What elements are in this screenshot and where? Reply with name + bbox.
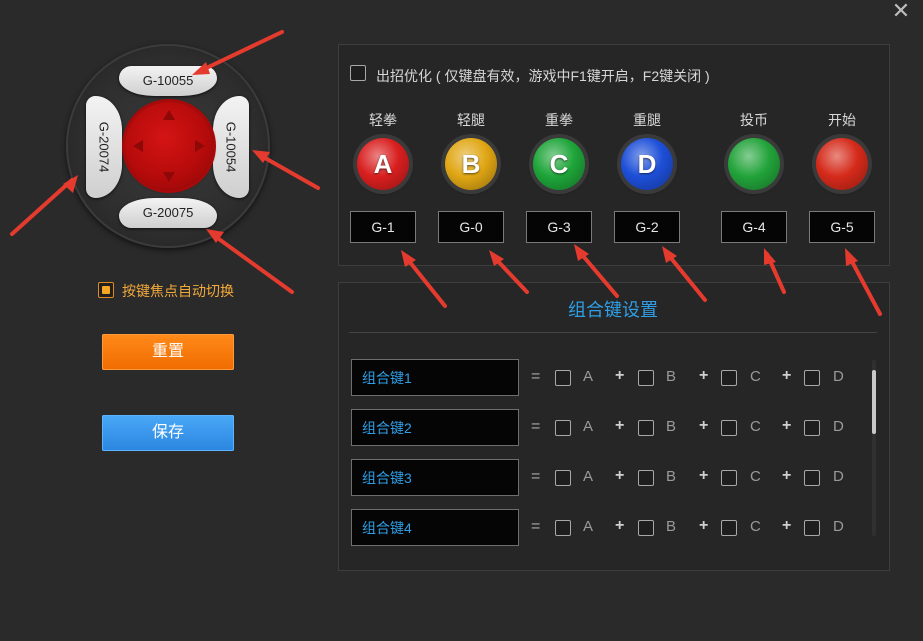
plus-sign: + [782,417,792,434]
dpad-up-button[interactable]: G-10055 [119,66,217,96]
plus-sign: + [782,467,792,484]
combo-key-letter: B [666,518,677,535]
arcade-button[interactable]: C [533,138,585,190]
plus-sign: + [615,367,625,384]
combo-key-letter: C [750,418,761,435]
combo-name-field[interactable]: 组合键1 [351,359,519,396]
plus-sign: + [782,517,792,534]
plus-sign: + [615,467,625,484]
arrow-icon [10,175,78,236]
auto-switch-checkbox[interactable] [98,282,114,298]
plus-sign: + [615,517,625,534]
key-mapping-field[interactable]: G-5 [809,211,875,243]
combo-key-letter: B [666,418,677,435]
arcade-button-glyph: C [549,149,569,179]
combo-key-checkbox[interactable] [555,470,571,486]
combo-key-letter: A [583,518,594,535]
key-label: 开始 [828,112,856,128]
plus-sign: + [782,367,792,384]
combo-key-checkbox[interactable] [804,520,820,536]
dpad-right-label: G-10054 [223,121,239,173]
combo-key-checkbox[interactable] [638,420,654,436]
save-button[interactable]: 保存 [102,415,234,451]
combo-key-letter: A [583,368,594,385]
combo-key-checkbox[interactable] [555,420,571,436]
combo-key-checkbox[interactable] [721,370,737,386]
plus-sign: + [615,417,625,434]
auto-switch-label: 按键焦点自动切换 [122,283,234,299]
combo-key-letter: C [750,468,761,485]
combo-key-letter: C [750,368,761,385]
key-label: 重拳 [545,112,573,128]
optimize-label: 出招优化 ( 仅键盘有效，游戏中F1键开启，F2键关闭 ) [376,68,710,84]
arcade-button[interactable]: A [357,138,409,190]
combo-key-checkbox[interactable] [721,520,737,536]
direction-arrows-icon [133,110,205,182]
arcade-button-glyph: A [373,149,393,179]
combo-key-letter: C [750,518,761,535]
combo-key-checkbox[interactable] [721,470,737,486]
combo-key-checkbox[interactable] [555,370,571,386]
equals-sign: = [531,368,541,385]
combo-key-letter: A [583,468,594,485]
plus-sign: + [699,517,709,534]
optimize-checkbox[interactable] [350,65,366,81]
combo-key-checkbox[interactable] [804,370,820,386]
combo-title: 组合键设置 [568,300,658,320]
combo-key-letter: D [833,418,844,435]
plus-sign: + [699,467,709,484]
equals-sign: = [531,518,541,535]
close-icon[interactable]: ✕ [890,0,912,22]
plus-sign: + [699,367,709,384]
combo-key-letter: A [583,418,594,435]
arcade-button-glyph: D [637,149,657,179]
combo-key-checkbox[interactable] [804,470,820,486]
key-label: 轻腿 [457,112,485,128]
plus-sign: + [699,417,709,434]
key-mapping-field[interactable]: G-4 [721,211,787,243]
combo-key-checkbox[interactable] [804,420,820,436]
equals-sign: = [531,468,541,485]
combo-name-field[interactable]: 组合键4 [351,509,519,546]
arcade-button[interactable]: B [445,138,497,190]
key-mapping-field[interactable]: G-2 [614,211,680,243]
combo-key-letter: D [833,518,844,535]
equals-sign: = [531,418,541,435]
dpad-center-stick [125,102,213,190]
key-mapping-field[interactable]: G-1 [350,211,416,243]
combo-name-field[interactable]: 组合键2 [351,409,519,446]
arcade-button[interactable]: D [621,138,673,190]
combo-key-letter: D [833,468,844,485]
divider [349,332,877,333]
key-mapping-field[interactable]: G-3 [526,211,592,243]
scrollbar-thumb[interactable] [872,370,876,434]
combo-key-checkbox[interactable] [638,470,654,486]
dpad-left-label: G-20074 [96,121,112,173]
key-label: 轻拳 [369,112,397,128]
key-label: 重腿 [633,112,661,128]
combo-key-checkbox[interactable] [638,370,654,386]
arcade-button[interactable] [728,138,780,190]
key-label: 投币 [740,112,768,128]
dpad-right-button[interactable]: G-10054 [213,96,249,198]
combo-key-checkbox[interactable] [555,520,571,536]
key-mapping-field[interactable]: G-0 [438,211,504,243]
arcade-button-glyph: B [461,149,481,179]
dpad-left-button[interactable]: G-20074 [86,96,122,198]
combo-key-letter: B [666,468,677,485]
combo-name-field[interactable]: 组合键3 [351,459,519,496]
arcade-button[interactable] [816,138,868,190]
combo-key-checkbox[interactable] [721,420,737,436]
reset-button[interactable]: 重置 [102,334,234,370]
combo-key-letter: B [666,368,677,385]
dpad-down-button[interactable]: G-20075 [119,198,217,228]
combo-key-letter: D [833,368,844,385]
combo-key-checkbox[interactable] [638,520,654,536]
